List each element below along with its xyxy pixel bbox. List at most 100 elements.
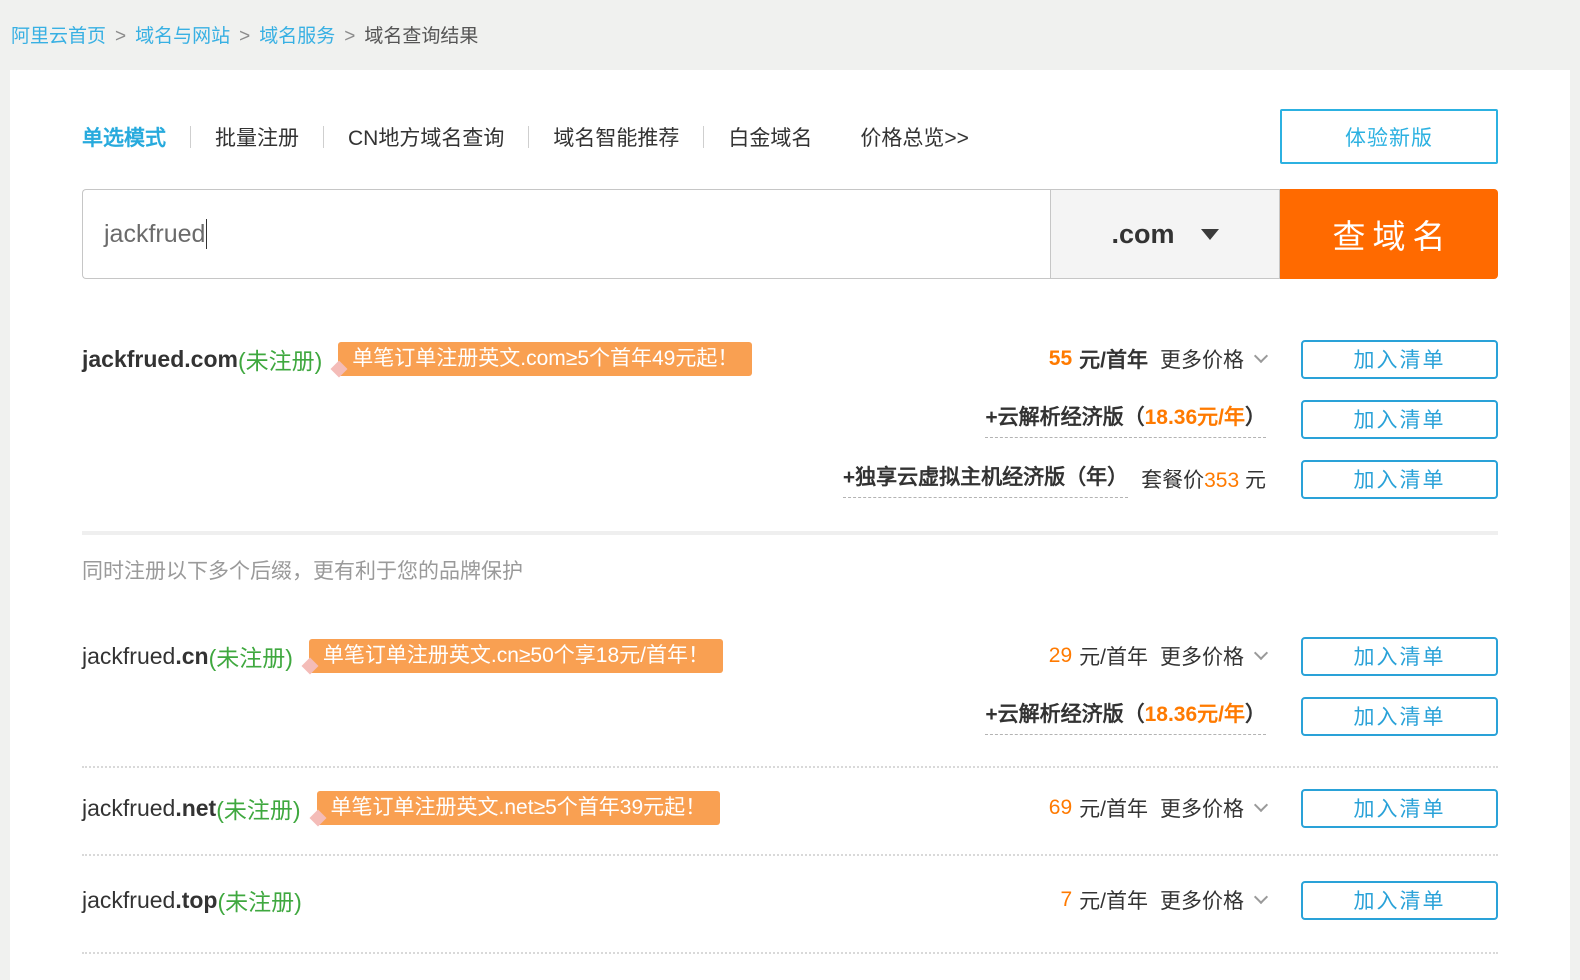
price-block: 69 元/首年 更多价格 (1049, 793, 1266, 823)
package-price-unit: 元 (1245, 469, 1266, 492)
add-to-list-button[interactable]: 加入清单 (1301, 400, 1498, 439)
breadcrumb-separator: > (239, 26, 250, 47)
price-unit: 元/首年 (1079, 885, 1148, 915)
search-domain-button[interactable]: 查域名 (1280, 189, 1498, 279)
promo-text: 单笔订单注册英文.cn≥50个享18元/首年！ (323, 644, 709, 667)
domain-base: jackfrued (82, 643, 175, 669)
domain-name: jackfrued.cn (82, 643, 209, 670)
search-results: jackfrued.com (未注册) 单笔订单注册英文.com≥5个首年49元… (82, 329, 1498, 954)
breadcrumb-separator: > (115, 26, 126, 47)
addon-label-block: +云解析经济版（18.36元/年） (985, 401, 1266, 438)
domain-search-card: 单选模式 批量注册 CN地方域名查询 域名智能推荐 白金域名 价格总览>> 体验… (10, 70, 1570, 980)
addon-label-close: ） (1245, 703, 1266, 726)
more-prices-label: 更多价格 (1160, 793, 1244, 823)
status-badge: (未注册) (216, 791, 300, 825)
add-to-list-button[interactable]: 加入清单 (1301, 881, 1498, 920)
status-badge: (未注册) (238, 342, 322, 376)
domain-base: jackfrued (82, 887, 175, 913)
price-value: 69 (1049, 796, 1072, 820)
add-to-list-button[interactable]: 加入清单 (1301, 697, 1498, 736)
breadcrumb-home-link[interactable]: 阿里云首页 (11, 26, 106, 47)
breadcrumb: 阿里云首页 > 域名与网站 > 域名服务 > 域名查询结果 (0, 0, 1580, 48)
addon-label-text: +云解析经济版（ (985, 703, 1144, 726)
more-prices-link[interactable]: 更多价格 (1160, 641, 1266, 671)
result-row-com: jackfrued.com (未注册) 单笔订单注册英文.com≥5个首年49元… (82, 329, 1498, 389)
add-to-list-button[interactable]: 加入清单 (1301, 460, 1498, 499)
domain-search-input[interactable]: jackfrued (82, 189, 1050, 279)
domain-suffix: .com (184, 346, 238, 372)
tab-platinum-domain[interactable]: 白金域名 (728, 122, 812, 152)
price-block: 55 元/首年 更多价格 (1049, 344, 1266, 374)
package-price-label: 套餐价 (1141, 469, 1204, 492)
domain-name: jackfrued.net (82, 795, 216, 822)
row-divider (82, 854, 1498, 856)
tab-cn-local-domain-query[interactable]: CN地方域名查询 (348, 122, 504, 152)
addon-row-dns: +云解析经济版（18.36元/年） 加入清单 (82, 389, 1498, 449)
price-value: 7 (1060, 888, 1072, 912)
price-unit: 元/首年 (1079, 641, 1148, 671)
domain-name: jackfrued.top (82, 887, 217, 914)
chevron-down-icon (1254, 798, 1268, 812)
tab-divider (190, 126, 191, 148)
addon-price: 18.36元/年 (1145, 406, 1245, 429)
price-overview-link[interactable]: 价格总览>> (860, 122, 969, 152)
tab-divider (323, 126, 324, 148)
status-badge: (未注册) (217, 883, 301, 917)
domain-search-bar: jackfrued .com 查域名 (82, 189, 1498, 279)
domain-suffix: .cn (175, 643, 208, 669)
more-prices-link[interactable]: 更多价格 (1160, 885, 1266, 915)
result-row-cn: jackfrued.cn (未注册) 单笔订单注册英文.cn≥50个享18元/首… (82, 626, 1498, 686)
addon-price: 18.36元/年 (1145, 703, 1245, 726)
tab-single-select-mode[interactable]: 单选模式 (82, 122, 166, 152)
domain-suffix: .top (175, 887, 217, 913)
search-input-value: jackfrued (104, 220, 205, 249)
breadcrumb-current-page: 域名查询结果 (364, 26, 478, 47)
addon-dns-label[interactable]: +云解析经济版（18.36元/年） (985, 401, 1266, 438)
price-unit: 元/首年 (1079, 793, 1148, 823)
promo-badge: 单笔订单注册英文.com≥5个首年49元起！ (338, 342, 752, 376)
domain-base: jackfrued (82, 795, 175, 821)
more-prices-link[interactable]: 更多价格 (1160, 344, 1266, 374)
row-divider (82, 952, 1498, 954)
price-unit: 元/首年 (1079, 344, 1148, 374)
package-price: 套餐价353 元 (1141, 464, 1266, 494)
more-prices-label: 更多价格 (1160, 641, 1244, 671)
price-block: 7 元/首年 更多价格 (1060, 885, 1266, 915)
status-badge: (未注册) (209, 639, 293, 673)
addon-dns-label[interactable]: +云解析经济版（18.36元/年） (985, 698, 1266, 735)
brand-protection-hint: 同时注册以下多个后缀，更有利于您的品牌保护 (82, 555, 1498, 585)
result-row-top: jackfrued.top (未注册) 7 元/首年 更多价格 加入清单 (82, 870, 1498, 930)
tab-batch-register[interactable]: 批量注册 (215, 122, 299, 152)
addon-row-host: +独享云虚拟主机经济版（年） 套餐价353 元 加入清单 (82, 449, 1498, 509)
price-value: 29 (1049, 644, 1072, 668)
breadcrumb-domain-website-link[interactable]: 域名与网站 (135, 26, 230, 47)
tld-select-dropdown[interactable]: .com (1050, 189, 1280, 279)
price-value: 55 (1049, 347, 1072, 371)
domain-base: jackfrued (82, 346, 184, 372)
caret-down-icon (1201, 229, 1219, 240)
promo-text: 单笔订单注册英文.net≥5个首年39元起！ (331, 796, 707, 819)
more-prices-label: 更多价格 (1160, 344, 1244, 374)
chevron-down-icon (1254, 349, 1268, 363)
domain-suffix: .net (175, 795, 216, 821)
try-new-version-button[interactable]: 体验新版 (1280, 109, 1498, 164)
package-price-value: 353 (1204, 469, 1239, 492)
addon-label-close: ） (1245, 406, 1266, 429)
domain-name: jackfrued.com (82, 346, 238, 373)
add-to-list-button[interactable]: 加入清单 (1301, 340, 1498, 379)
addon-label-block: +云解析经济版（18.36元/年） (985, 698, 1266, 735)
more-prices-link[interactable]: 更多价格 (1160, 793, 1266, 823)
tab-smart-recommend[interactable]: 域名智能推荐 (553, 122, 679, 152)
section-divider (82, 531, 1498, 535)
breadcrumb-separator: > (344, 26, 355, 47)
addon-host-label[interactable]: +独享云虚拟主机经济版（年） (843, 461, 1128, 498)
price-block: 29 元/首年 更多价格 (1049, 641, 1266, 671)
add-to-list-button[interactable]: 加入清单 (1301, 637, 1498, 676)
addon-label-text: +云解析经济版（ (985, 406, 1144, 429)
addon-row-dns-cn: +云解析经济版（18.36元/年） 加入清单 (82, 686, 1498, 746)
tab-divider (528, 126, 529, 148)
tld-selected-value: .com (1111, 219, 1174, 250)
breadcrumb-domain-service-link[interactable]: 域名服务 (259, 26, 335, 47)
promo-badge-tail (301, 658, 318, 675)
add-to-list-button[interactable]: 加入清单 (1301, 789, 1498, 828)
